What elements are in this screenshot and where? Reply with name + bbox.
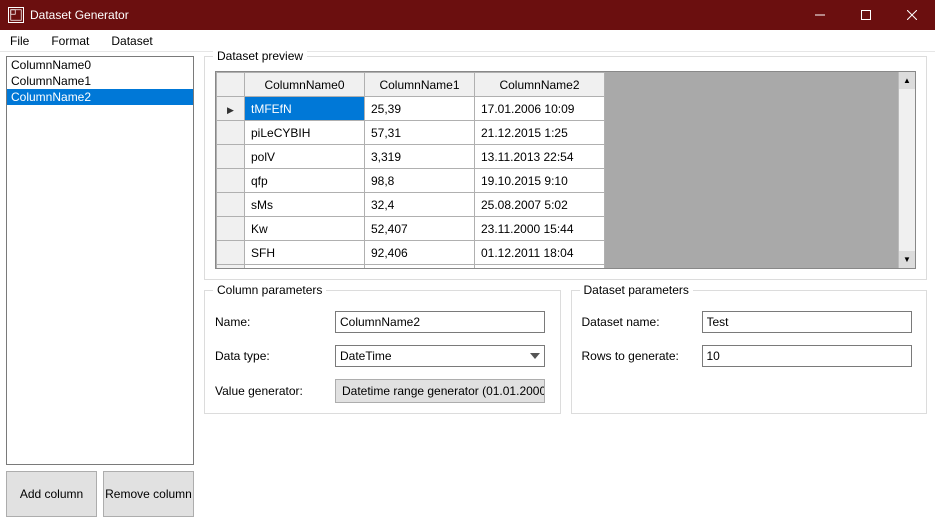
grid-cell[interactable]: 98,8 — [365, 169, 475, 193]
rows-to-generate-label: Rows to generate: — [582, 349, 702, 363]
column-name-input[interactable] — [335, 311, 545, 333]
grid-cell[interactable]: 19.10.2015 9:10 — [475, 169, 605, 193]
dataset-name-input[interactable] — [702, 311, 912, 333]
column-list[interactable]: ColumnName0ColumnName1ColumnName2 — [6, 56, 194, 465]
grid-cell[interactable]: qfp — [245, 169, 365, 193]
table-row[interactable]: piLeCYBIH57,3121.12.2015 1:25 — [217, 121, 605, 145]
value-generator-button[interactable]: Datetime range generator (01.01.2000 — [335, 379, 545, 403]
column-parameters-group: Column parameters Name: Data type: DateT… — [204, 290, 561, 414]
column-name-label: Name: — [215, 315, 335, 329]
scroll-up-icon[interactable]: ▲ — [899, 72, 915, 89]
value-generator-label: Value generator: — [215, 384, 335, 398]
grid-header[interactable]: ColumnName0 — [245, 73, 365, 97]
grid-cell[interactable]: sMs — [245, 193, 365, 217]
grid-header[interactable]: ColumnName1 — [365, 73, 475, 97]
preview-legend: Dataset preview — [213, 49, 307, 63]
grid-cell[interactable]: piLeCYBIH — [245, 121, 365, 145]
grid-cell[interactable]: 57,31 — [365, 121, 475, 145]
grid-cell[interactable]: 3,319 — [365, 145, 475, 169]
table-row[interactable]: sMs32,425.08.2007 5:02 — [217, 193, 605, 217]
grid-cell[interactable]: 17.01.2006 10:09 — [475, 97, 605, 121]
grid-cell[interactable]: 21.12.2015 1:25 — [475, 121, 605, 145]
add-column-button[interactable]: Add column — [6, 471, 97, 517]
table-row[interactable]: polV3,31913.11.2013 22:54 — [217, 145, 605, 169]
title-bar: Dataset Generator — [0, 0, 935, 30]
grid-header[interactable]: ColumnName2 — [475, 73, 605, 97]
menu-file[interactable]: File — [6, 32, 33, 50]
scroll-down-icon[interactable]: ▼ — [899, 251, 915, 268]
sidebar: ColumnName0ColumnName1ColumnName2 Add co… — [0, 52, 200, 523]
dataset-preview-group: Dataset preview ColumnName0ColumnName1Co… — [204, 56, 927, 280]
preview-scrollbar[interactable]: ▲ ▼ — [898, 72, 915, 268]
grid-cell[interactable]: 32,4 — [365, 193, 475, 217]
window-title: Dataset Generator — [30, 8, 129, 22]
grid-cell[interactable]: 25,39 — [365, 97, 475, 121]
minimize-button[interactable] — [797, 0, 843, 30]
column-type-label: Data type: — [215, 349, 335, 363]
grid-cell[interactable]: SFH — [245, 241, 365, 265]
grid-cell[interactable]: polV — [245, 145, 365, 169]
column-list-item[interactable]: ColumnName0 — [7, 57, 193, 73]
column-list-item[interactable]: ColumnName1 — [7, 73, 193, 89]
menu-format[interactable]: Format — [47, 32, 93, 50]
grid-cell[interactable]: 23.11.2000 15:44 — [475, 217, 605, 241]
table-row[interactable]: Kw52,40723.11.2000 15:44 — [217, 217, 605, 241]
column-params-legend: Column parameters — [213, 283, 326, 297]
grid-cell[interactable]: 01.12.2011 18:04 — [475, 241, 605, 265]
close-button[interactable] — [889, 0, 935, 30]
preview-grid[interactable]: ColumnName0ColumnName1ColumnName2tMFEfN2… — [216, 72, 605, 269]
grid-cell[interactable]: 13.11.2013 22:54 — [475, 145, 605, 169]
menu-bar: File Format Dataset — [0, 30, 935, 52]
grid-cell[interactable]: tMFEfN — [245, 97, 365, 121]
table-row[interactable]: SFH92,40601.12.2011 18:04 — [217, 241, 605, 265]
menu-dataset[interactable]: Dataset — [107, 32, 156, 50]
grid-cell[interactable]: 25.08.2007 5:02 — [475, 193, 605, 217]
column-type-select[interactable]: DateTime — [335, 345, 545, 367]
dataset-params-legend: Dataset parameters — [580, 283, 693, 297]
dataset-parameters-group: Dataset parameters Dataset name: Rows to… — [571, 290, 928, 414]
remove-column-button[interactable]: Remove column — [103, 471, 194, 517]
grid-cell[interactable]: 92,406 — [365, 241, 475, 265]
maximize-button[interactable] — [843, 0, 889, 30]
table-row[interactable]: qfp98,819.10.2015 9:10 — [217, 169, 605, 193]
rows-to-generate-input[interactable] — [702, 345, 912, 367]
app-icon — [8, 7, 24, 23]
grid-cell[interactable]: 52,407 — [365, 217, 475, 241]
table-row[interactable]: tMFEfN25,3917.01.2006 10:09 — [217, 97, 605, 121]
grid-cell[interactable]: Kw — [245, 217, 365, 241]
dataset-name-label: Dataset name: — [582, 315, 702, 329]
column-list-item[interactable]: ColumnName2 — [7, 89, 193, 105]
